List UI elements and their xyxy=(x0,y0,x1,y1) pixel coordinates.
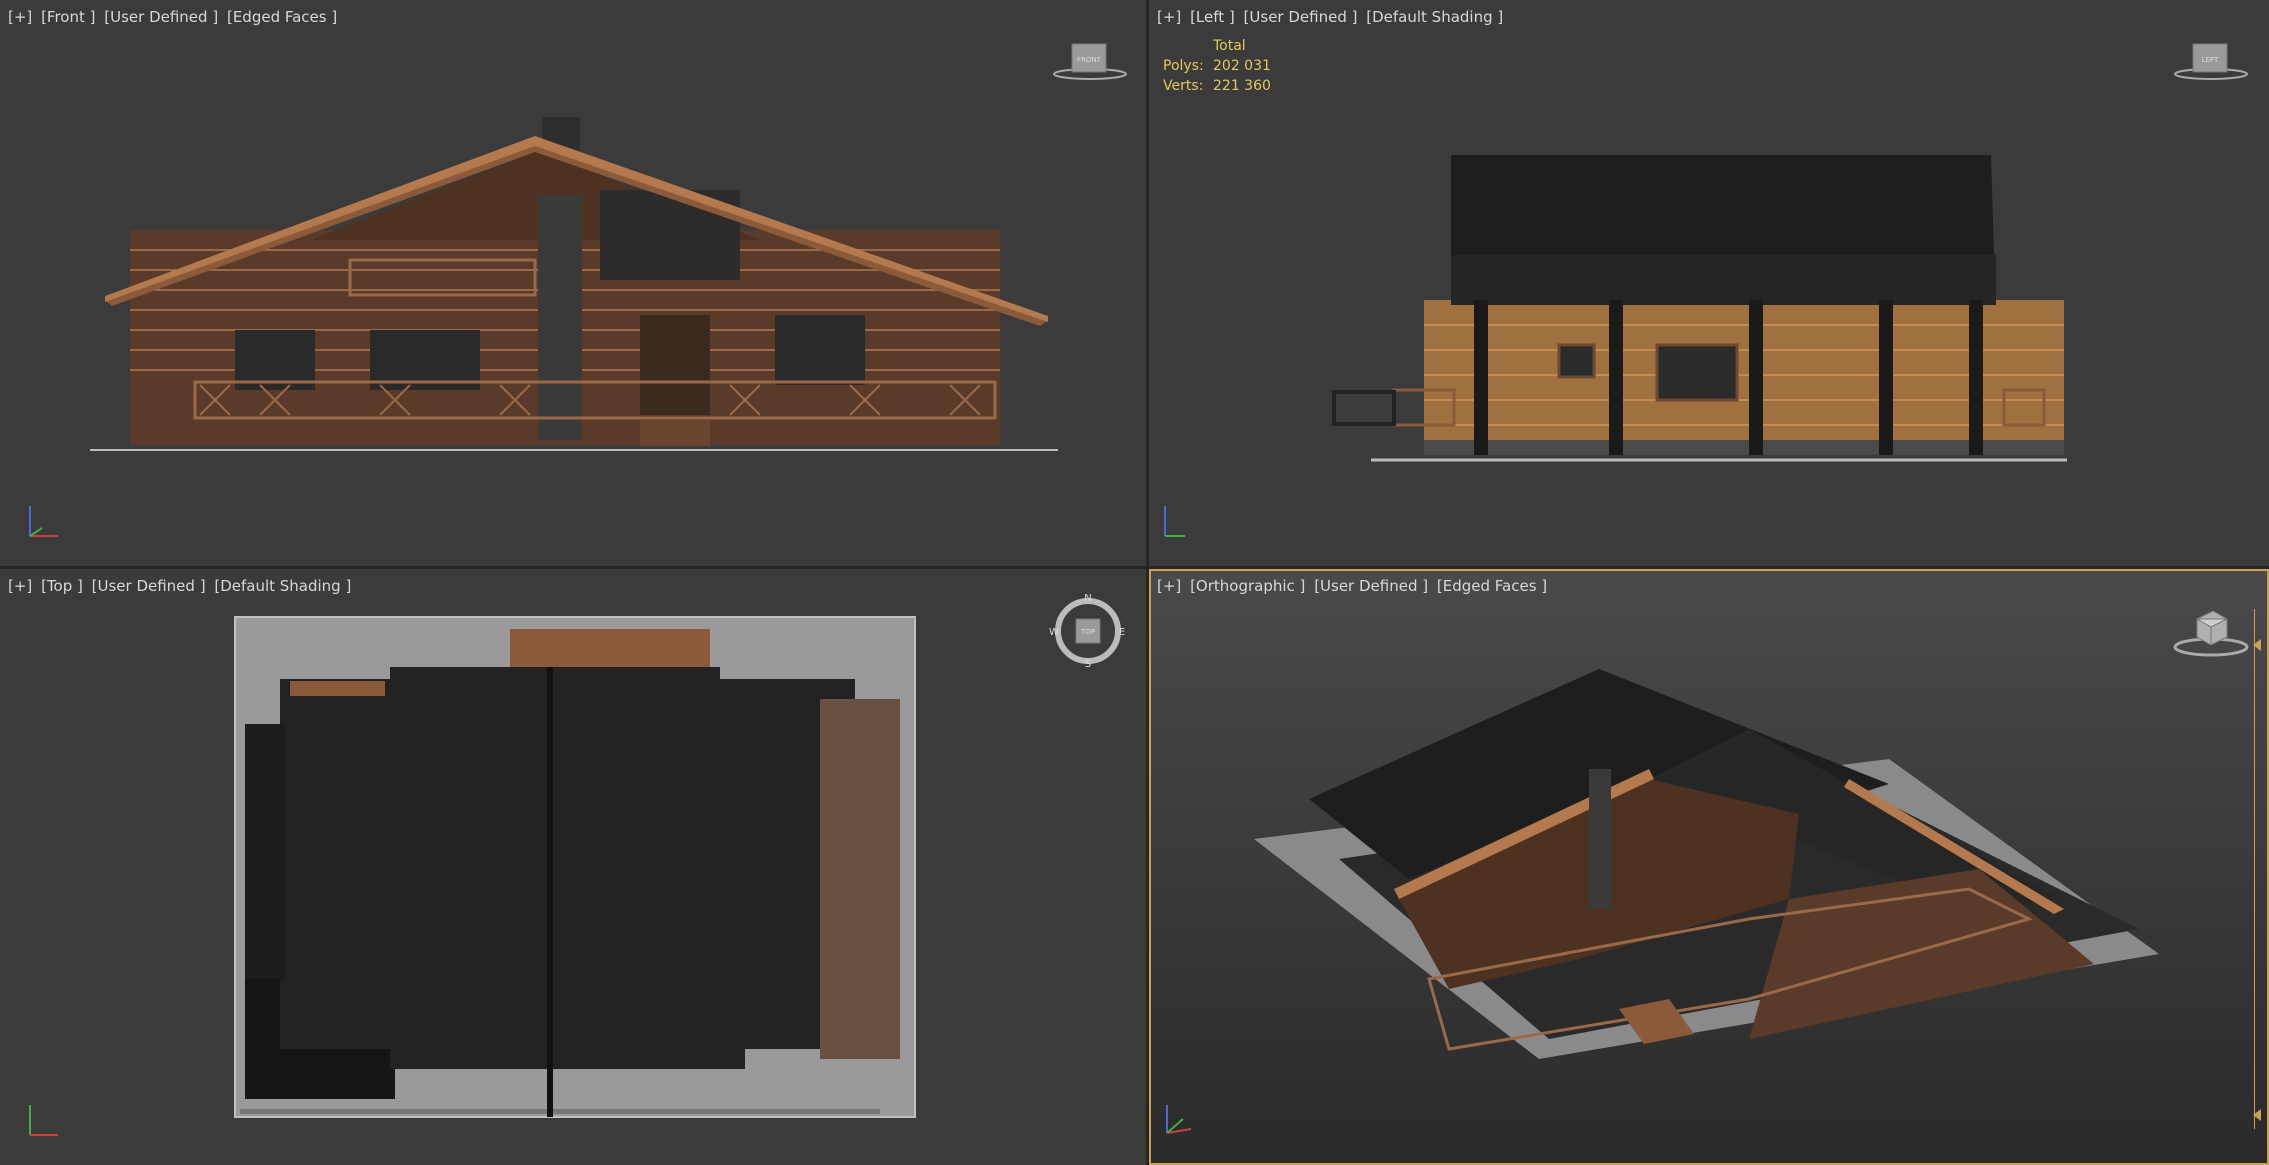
slider-marker-top[interactable] xyxy=(2253,639,2261,651)
house-front-render xyxy=(90,117,1058,451)
time-slider-track[interactable] xyxy=(2253,609,2265,1129)
viewport-preset[interactable]: [User Defined ] xyxy=(104,8,218,26)
viewcube-icon[interactable]: FRONT xyxy=(1050,36,1130,84)
statistics-overlay: Total Polys: 202 031 Verts: 221 360 xyxy=(1163,36,1271,96)
compass-w: W xyxy=(1049,627,1059,638)
compass-icon[interactable]: TOP N S E W xyxy=(1048,591,1128,667)
viewport-label-front[interactable]: [+] [Front ] [User Defined ] [Edged Face… xyxy=(8,8,341,26)
viewport-view-name[interactable]: [Left ] xyxy=(1190,8,1235,26)
viewport-view-name[interactable]: [Orthographic ] xyxy=(1190,577,1305,595)
axis-tripod-icon xyxy=(29,1105,58,1136)
axis-tripod-icon xyxy=(1164,506,1185,537)
axis-tripod-icon xyxy=(29,506,58,537)
stats-header: Total xyxy=(1213,38,1246,54)
slider-marker-bottom[interactable] xyxy=(2253,1109,2261,1121)
polys-value: 202 031 xyxy=(1213,58,1271,74)
viewport-menu-plus[interactable]: [+] xyxy=(8,577,32,595)
viewport-menu-plus[interactable]: [+] xyxy=(1157,8,1181,26)
viewcube-face-label: LEFT xyxy=(2202,56,2219,64)
viewport-shading[interactable]: [Edged Faces ] xyxy=(227,8,337,26)
compass-n: N xyxy=(1084,593,1091,604)
viewport-left[interactable]: [+] [Left ] [User Defined ] [Default Sha… xyxy=(1149,0,2269,566)
axis-tripod-icon xyxy=(1166,1105,1192,1134)
compass-s: S xyxy=(1085,659,1091,667)
verts-value: 221 360 xyxy=(1213,78,1271,94)
polys-label: Polys: xyxy=(1163,58,1204,74)
viewport-orthographic[interactable]: [+] [Orthographic ] [User Defined ] [Edg… xyxy=(1149,569,2269,1165)
viewport-view-name[interactable]: [Front ] xyxy=(41,8,95,26)
viewport-menu-plus[interactable]: [+] xyxy=(8,8,32,26)
house-left-render xyxy=(1332,155,2067,462)
compass-e: E xyxy=(1119,627,1125,638)
viewport-preset[interactable]: [User Defined ] xyxy=(1244,8,1358,26)
viewport-shading[interactable]: [Edged Faces ] xyxy=(1437,577,1547,595)
viewport-label-left[interactable]: [+] [Left ] [User Defined ] [Default Sha… xyxy=(1157,8,1507,26)
viewcube-icon[interactable]: LEFT xyxy=(2171,36,2251,84)
viewport-label-orthographic[interactable]: [+] [Orthographic ] [User Defined ] [Edg… xyxy=(1157,577,1551,595)
viewport-preset[interactable]: [User Defined ] xyxy=(1314,577,1428,595)
viewport-front[interactable]: [+] [Front ] [User Defined ] [Edged Face… xyxy=(0,0,1146,566)
viewport-shading[interactable]: [Default Shading ] xyxy=(1366,8,1503,26)
house-ortho-render xyxy=(1254,669,2159,1059)
viewport-view-name[interactable]: [Top ] xyxy=(41,577,83,595)
viewport-preset[interactable]: [User Defined ] xyxy=(92,577,206,595)
viewcube-icon[interactable] xyxy=(2171,605,2251,661)
viewport-top[interactable]: [+] [Top ] [User Defined ] [Default Shad… xyxy=(0,569,1146,1165)
viewport-label-top[interactable]: [+] [Top ] [User Defined ] [Default Shad… xyxy=(8,577,355,595)
verts-label: Verts: xyxy=(1163,78,1204,94)
viewcube-face-label: FRONT xyxy=(1077,56,1102,64)
house-top-render xyxy=(234,616,916,1118)
viewport-shading[interactable]: [Default Shading ] xyxy=(214,577,351,595)
viewcube-face-label: TOP xyxy=(1080,628,1095,636)
viewport-menu-plus[interactable]: [+] xyxy=(1157,577,1181,595)
